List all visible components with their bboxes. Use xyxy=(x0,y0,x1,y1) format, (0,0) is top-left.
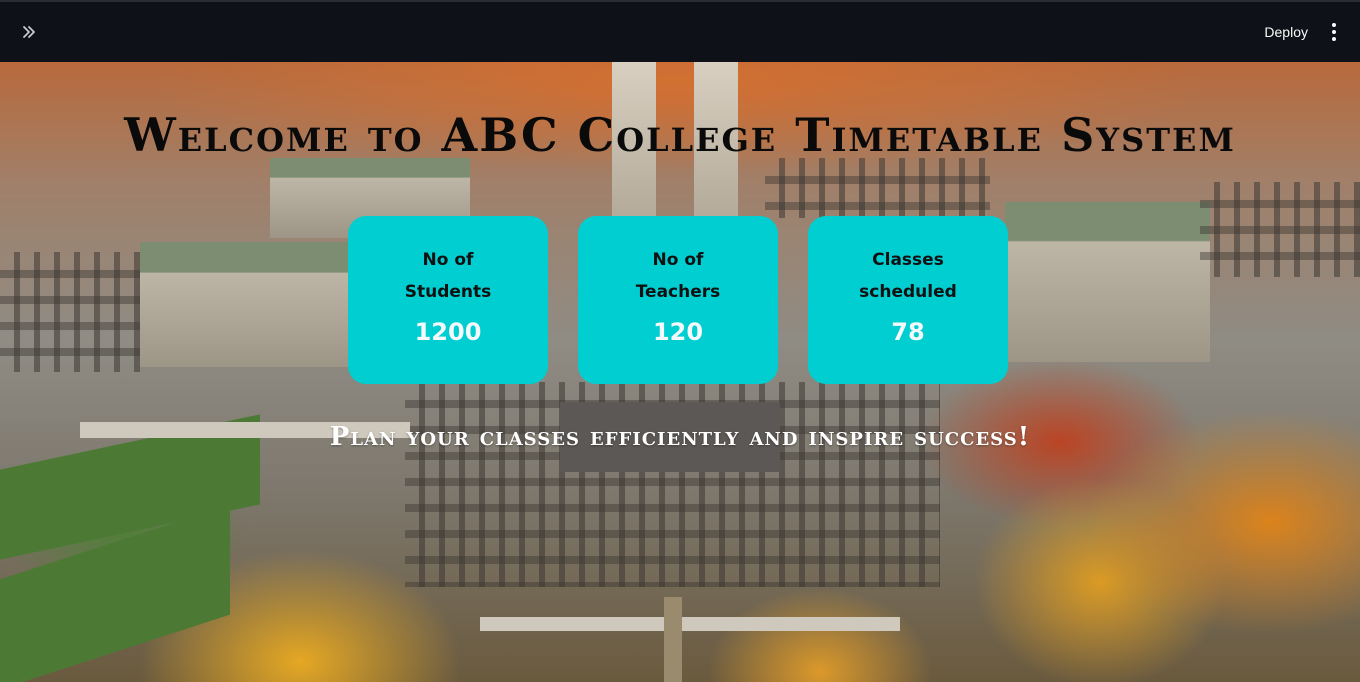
stats-cards: No of Students 1200 No of Teachers 120 C… xyxy=(348,216,1008,384)
double-chevron-right-icon xyxy=(23,26,35,38)
teachers-count-card: No of Teachers 120 xyxy=(578,216,778,384)
campus-path xyxy=(480,617,900,631)
monument-column xyxy=(664,597,682,682)
card-label: Classes scheduled xyxy=(859,250,957,302)
header-actions: Deploy xyxy=(1264,21,1342,43)
top-header-bar: Deploy xyxy=(0,0,1360,62)
campus-building xyxy=(1200,182,1360,277)
card-label: No of Students xyxy=(404,250,492,302)
card-value: 120 xyxy=(652,318,704,346)
card-label: No of Teachers xyxy=(635,250,721,302)
card-value: 1200 xyxy=(414,318,482,346)
deploy-button[interactable]: Deploy xyxy=(1264,24,1308,40)
campus-building xyxy=(140,242,350,367)
campus-building xyxy=(765,158,990,218)
classes-scheduled-card: Classes scheduled 78 xyxy=(808,216,1008,384)
campus-building xyxy=(0,252,140,372)
tagline: Plan your classes efficiently and inspir… xyxy=(329,422,1031,452)
main-menu-button[interactable] xyxy=(1326,21,1342,43)
card-value: 78 xyxy=(891,318,925,346)
expand-sidebar-button[interactable] xyxy=(18,21,40,43)
students-count-card: No of Students 1200 xyxy=(348,216,548,384)
vertical-ellipsis-icon xyxy=(1332,23,1336,27)
campus-building xyxy=(1005,202,1210,362)
page-title: Welcome to ABC College Timetable System xyxy=(124,108,1236,162)
